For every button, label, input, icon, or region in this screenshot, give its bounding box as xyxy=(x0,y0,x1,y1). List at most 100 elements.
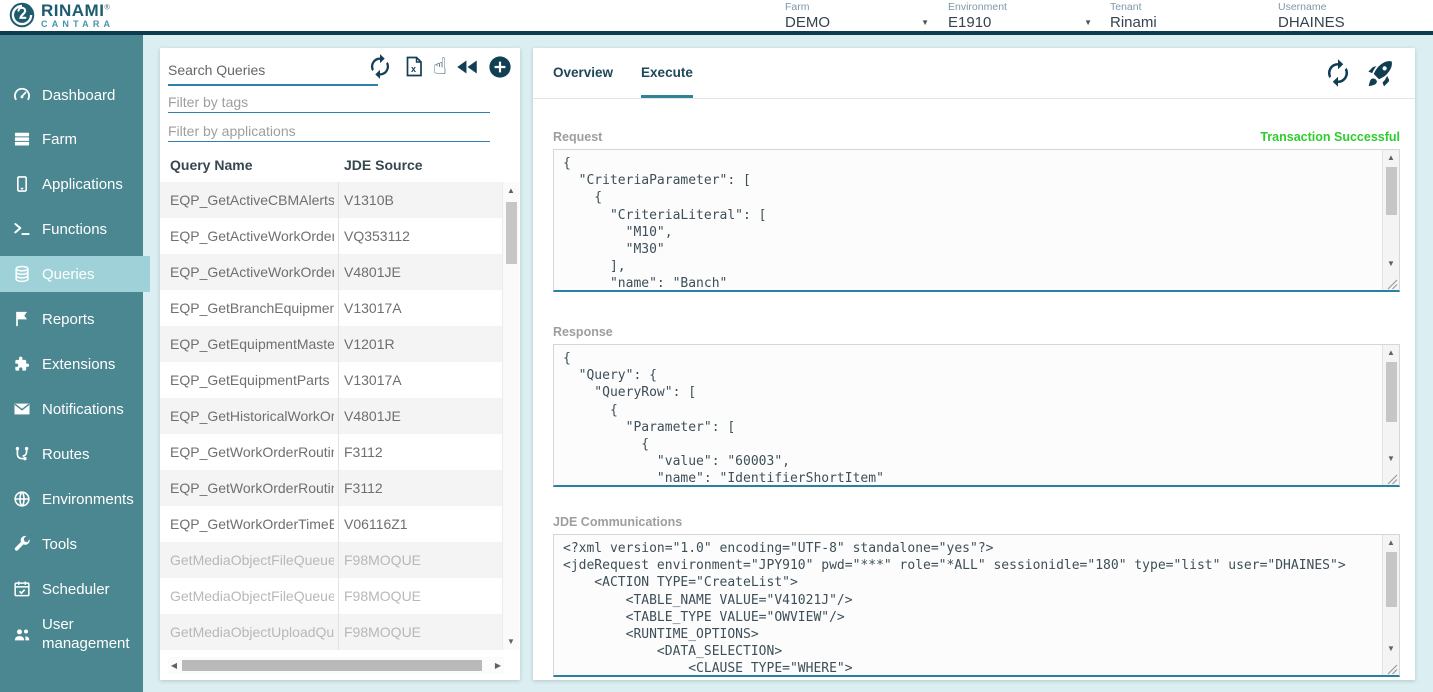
query-row[interactable]: EQP_GetWorkOrderRoutingF3112 xyxy=(160,434,502,470)
query-name-cell: GetMediaObjectFileQueue xyxy=(170,542,334,578)
query-row[interactable]: EQP_GetEquipmentMaster V1201R xyxy=(160,326,502,362)
sidebar-item-notifications[interactable]: Notifications xyxy=(0,391,143,427)
query-name-cell: EQP_GetBranchEquipment xyxy=(170,290,334,326)
query-row[interactable]: EQP_GetHistoricalWorkOrdV4801JE xyxy=(160,398,502,434)
detail-tabbar: Overview Execute xyxy=(533,48,1415,99)
sidebar-item-scheduler[interactable]: Scheduler xyxy=(0,571,143,607)
section-label: Response xyxy=(553,325,613,339)
query-name-cell: EQP_GetEquipmentMaster xyxy=(170,326,334,362)
search-input[interactable] xyxy=(168,56,378,86)
textarea-scrollbar[interactable]: ▲▼ xyxy=(1382,345,1399,485)
environment-value: E1910 xyxy=(948,14,991,31)
scroll-up-arrow-icon[interactable]: ▲ xyxy=(1383,538,1399,547)
resize-handle-icon[interactable] xyxy=(1386,662,1398,674)
scrollbar-thumb[interactable] xyxy=(1386,362,1397,422)
resize-handle-icon[interactable] xyxy=(1386,277,1398,289)
sidebar-item-label: User management xyxy=(42,615,138,653)
horizontal-scrollbar-thumb[interactable] xyxy=(182,660,482,671)
refresh-icon[interactable] xyxy=(1323,58,1353,88)
query-name-cell: EQP_GetEquipmentParts xyxy=(170,362,334,398)
scroll-up-arrow-icon[interactable]: ▲ xyxy=(503,186,519,195)
app-logo: RINAMI® CANTARA xyxy=(8,1,114,29)
scroll-right-arrow-icon[interactable]: ▶ xyxy=(492,661,504,670)
jde-source-cell: V13017A xyxy=(344,290,494,326)
farm-label: Farm xyxy=(785,1,931,13)
scrollbar-thumb[interactable] xyxy=(1386,167,1397,215)
sidebar-item-label: Functions xyxy=(42,220,107,239)
functions-icon xyxy=(12,219,32,239)
sync-icon[interactable] xyxy=(365,53,395,80)
query-row[interactable]: EQP_GetActiveWorkOrderRVQ353112 xyxy=(160,218,502,254)
query-row[interactable]: EQP_GetActiveWorkOrdersV4801JE xyxy=(160,254,502,290)
detail-toolbar xyxy=(1323,58,1395,88)
jde-source-cell: F3112 xyxy=(344,470,494,506)
query-name-cell: EQP_GetActiveWorkOrderR xyxy=(170,218,334,254)
farm-field[interactable]: FarmDEMO▼ xyxy=(785,1,931,33)
scroll-down-arrow-icon[interactable]: ▼ xyxy=(503,637,519,646)
vertical-scrollbar-thumb[interactable] xyxy=(506,202,517,264)
extensions-icon xyxy=(12,354,32,374)
sidebar-item-label: Tools xyxy=(42,535,77,554)
sidebar-item-dashboard[interactable]: Dashboard xyxy=(0,77,143,113)
add-icon[interactable] xyxy=(487,54,513,80)
queries-horizontal-scrollbar[interactable]: ◀ ▶ xyxy=(168,657,504,674)
scroll-down-arrow-icon[interactable]: ▼ xyxy=(1383,259,1399,268)
sidebar-item-applications[interactable]: Applications xyxy=(0,166,143,202)
sidebar-item-reports[interactable]: Reports xyxy=(0,301,143,337)
textarea-scrollbar[interactable]: ▲▼ xyxy=(1382,150,1399,290)
dropdown-arrow-icon[interactable]: ▼ xyxy=(921,18,931,27)
rinami-logo-icon xyxy=(8,1,36,29)
sidebar-item-farm[interactable]: Farm xyxy=(0,121,143,157)
request-textarea[interactable]: { "CriteriaParameter": [ { "CriteriaLite… xyxy=(553,149,1400,292)
query-row[interactable]: GetMediaObjectFileQueueF98MOQUE xyxy=(160,542,502,578)
query-row[interactable]: EQP_GetEquipmentPartsV13017A xyxy=(160,362,502,398)
sidebar-item-extensions[interactable]: Extensions xyxy=(0,346,143,382)
execute-rocket-icon[interactable] xyxy=(1365,58,1395,88)
response-textarea[interactable]: { "Query": { "QueryRow": [ { "Parameter"… xyxy=(553,344,1400,487)
sidebar-item-user-management[interactable]: User management xyxy=(0,610,143,658)
sidebar-item-functions[interactable]: Functions xyxy=(0,211,143,247)
jde-source-cell: V1201R xyxy=(344,326,494,362)
username-field: UsernameDHAINES xyxy=(1278,1,1430,33)
username-value: DHAINES xyxy=(1278,14,1345,31)
filter-tags-input[interactable] xyxy=(168,92,490,113)
scroll-up-arrow-icon[interactable]: ▲ xyxy=(1383,153,1399,162)
query-row[interactable]: EQP_GetWorkOrderRouting F3112 xyxy=(160,470,502,506)
sidebar-item-queries[interactable]: Queries xyxy=(0,256,150,292)
filter-applications-input[interactable] xyxy=(168,121,490,142)
scroll-up-arrow-icon[interactable]: ▲ xyxy=(1383,348,1399,357)
resize-handle-icon[interactable] xyxy=(1386,472,1398,484)
scroll-down-arrow-icon[interactable]: ▼ xyxy=(1383,644,1399,653)
jde-communications-textarea[interactable]: <?xml version="1.0" encoding="UTF-8" sta… xyxy=(553,534,1400,677)
query-row[interactable]: GetMediaObjectUploadQueF98MOQUE xyxy=(160,614,502,650)
textarea-scrollbar[interactable]: ▲▼ xyxy=(1382,535,1399,675)
scrollbar-thumb[interactable] xyxy=(1386,552,1397,607)
query-row[interactable]: EQP_GetBranchEquipment V13017A xyxy=(160,290,502,326)
rewind-icon[interactable] xyxy=(454,54,480,80)
jde-source-cell: F3112 xyxy=(344,434,494,470)
excel-export-icon[interactable]: x xyxy=(402,53,426,80)
sidebar-item-environments[interactable]: Environments xyxy=(0,481,143,517)
logo-title: RINAMI® xyxy=(41,2,114,19)
sidebar-item-tools[interactable]: Tools xyxy=(0,526,143,562)
scroll-left-arrow-icon[interactable]: ◀ xyxy=(168,661,180,670)
query-row[interactable]: EQP_GetActiveCBMAlertsV1310B xyxy=(160,182,502,218)
reports-icon xyxy=(12,309,32,329)
queries-panel: x☝ Query Name JDE Source EQP_GetActiveCB… xyxy=(160,48,520,680)
hand-pointer-icon[interactable]: ☝ xyxy=(433,54,447,80)
tab-overview[interactable]: Overview xyxy=(553,48,613,98)
dropdown-arrow-icon[interactable]: ▼ xyxy=(1084,18,1094,27)
query-row[interactable]: GetMediaObjectFileQueuesF98MOQUE xyxy=(160,578,502,614)
sidebar-item-label: Extensions xyxy=(42,355,115,374)
query-name-cell: GetMediaObjectUploadQue xyxy=(170,614,334,650)
sidebar-item-label: Applications xyxy=(42,175,123,194)
environment-field[interactable]: EnvironmentE1910▼ xyxy=(948,1,1094,33)
query-row[interactable]: EQP_GetWorkOrderTimeEnV06116Z1 xyxy=(160,506,502,542)
scroll-down-arrow-icon[interactable]: ▼ xyxy=(1383,454,1399,463)
sidebar-item-routes[interactable]: Routes xyxy=(0,436,143,472)
tab-execute[interactable]: Execute xyxy=(641,48,693,98)
query-name-cell: EQP_GetWorkOrderRouting xyxy=(170,470,334,506)
query-detail-panel: OverviewExecute RequestTransaction Succe… xyxy=(533,48,1415,680)
query-name-cell: EQP_GetWorkOrderTimeEn xyxy=(170,506,334,542)
queries-vertical-scrollbar[interactable]: ▲ ▼ xyxy=(502,182,519,650)
